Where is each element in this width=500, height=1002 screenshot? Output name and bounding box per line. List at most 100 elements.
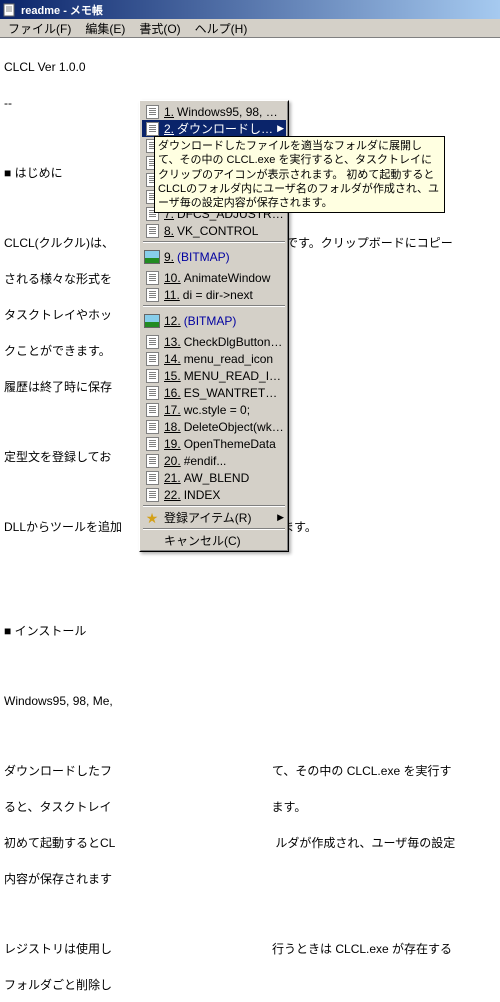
history-item[interactable]: 20.#endif... — [142, 452, 286, 469]
item-label: CheckDlgButton(hDlg, IDC_CHEC... — [184, 335, 284, 349]
menu-format[interactable]: 書式(O) — [133, 18, 186, 39]
text-icon — [144, 223, 160, 239]
text-line: 初めて起動するとCLルダが作成され、ユーザ毎の設定 — [4, 834, 496, 852]
text-icon — [144, 334, 160, 350]
history-item[interactable]: 12.(BITMAP) — [142, 309, 286, 333]
history-item[interactable]: 17.wc.style = 0; — [142, 401, 286, 418]
item-label: ES_WANTRETURN — [184, 386, 284, 400]
menu-edit[interactable]: 編集(E) — [79, 18, 131, 39]
blank-icon — [144, 533, 160, 549]
menubar: ファイル(F) 編集(E) 書式(O) ヘルプ(H) — [0, 19, 500, 38]
item-label: AnimateWindow — [184, 271, 284, 285]
item-number: 18. — [164, 420, 181, 434]
item-label: INDEX — [184, 488, 284, 502]
submenu-arrow-icon: ▶ — [277, 123, 284, 134]
text-line: ると、タスクトレイます。 — [4, 798, 496, 816]
tooltip: ダウンロードしたファイルを適当なフォルダに展開して、その中の CLCL.exe … — [154, 136, 445, 213]
text-icon — [144, 453, 160, 469]
text-line: 内容が保存されます — [4, 870, 496, 888]
text-icon — [144, 436, 160, 452]
item-number: 1. — [164, 105, 174, 119]
text-icon — [144, 351, 160, 367]
item-label: OpenThemeData — [184, 437, 284, 451]
item-label: wc.style = 0; — [184, 403, 284, 417]
item-label: AW_BLEND — [184, 471, 284, 485]
menu-help[interactable]: ヘルプ(H) — [189, 18, 254, 39]
item-number: 17. — [164, 403, 181, 417]
history-item[interactable]: 14.menu_read_icon — [142, 350, 286, 367]
item-number: 9. — [164, 250, 174, 264]
text-icon — [144, 270, 160, 286]
history-item[interactable]: 21.AW_BLEND — [142, 469, 286, 486]
history-item[interactable]: 11.di = dir->next — [142, 286, 286, 303]
item-label: DeleteObject(wk_hbmp); — [184, 420, 284, 434]
history-item[interactable]: 18.DeleteObject(wk_hbmp); — [142, 418, 286, 435]
text-icon — [144, 487, 160, 503]
text-line: ■ インストール — [4, 622, 496, 640]
item-label: VK_CONTROL — [177, 224, 284, 238]
item-label: (BITMAP) — [177, 250, 284, 264]
bitmap-icon — [144, 249, 160, 265]
menu-file[interactable]: ファイル(F) — [2, 18, 77, 39]
item-label: menu_read_icon — [184, 352, 284, 366]
text-icon — [144, 385, 160, 401]
window-title: readme - メモ帳 — [21, 2, 103, 18]
history-item[interactable]: 19.OpenThemeData — [142, 435, 286, 452]
item-number: 8. — [164, 224, 174, 238]
text-line: Windows95, 98, Me, — [4, 692, 496, 710]
item-number: 15. — [164, 369, 181, 383]
history-item[interactable]: 15.MENU_READ_ICON — [142, 367, 286, 384]
text-line — [4, 906, 496, 922]
history-item[interactable]: 1.Windows95, 98, Me, NT4.0, 2000, XP — [142, 103, 286, 120]
app-icon — [2, 2, 18, 18]
item-number: 12. — [164, 314, 181, 328]
history-item[interactable]: 22.INDEX — [142, 486, 286, 503]
text-line — [4, 728, 496, 744]
text-line — [4, 554, 496, 570]
menu-label: 登録アイテム(R) — [164, 509, 277, 526]
text-icon — [144, 104, 160, 120]
item-number: 11. — [164, 288, 180, 302]
text-line: レジストリは使用し行うときは CLCL.exe が存在する — [4, 940, 496, 958]
history-item[interactable]: 13.CheckDlgButton(hDlg, IDC_CHEC... — [142, 333, 286, 350]
item-number: 21. — [164, 471, 181, 485]
menu-separator — [143, 528, 285, 530]
item-label: di = dir->next — [183, 288, 284, 302]
text-icon — [144, 419, 160, 435]
item-number: 13. — [164, 335, 181, 349]
item-label: ダウンロードしたファイルを適当なフォル... — [177, 120, 277, 137]
text-icon — [144, 402, 160, 418]
text-line: ダウンロードしたフて、その中の CLCL.exe を実行す — [4, 762, 496, 780]
item-label: MENU_READ_ICON — [184, 369, 284, 383]
text-line: フォルダごと削除し — [4, 976, 496, 994]
item-label: (BITMAP) — [184, 314, 284, 328]
menu-label: キャンセル(C) — [164, 532, 284, 549]
text-line — [4, 658, 496, 674]
registered-items-menu[interactable]: ★登録アイテム(R)▶ — [142, 509, 286, 526]
text-icon — [144, 470, 160, 486]
bitmap-icon — [144, 313, 160, 329]
history-item[interactable]: 10.AnimateWindow — [142, 269, 286, 286]
text-line: CLCL Ver 1.0.0 — [4, 58, 496, 76]
history-item[interactable]: 16.ES_WANTRETURN — [142, 384, 286, 401]
item-label: Windows95, 98, Me, NT4.0, 2000, XP — [177, 105, 284, 119]
item-number: 10. — [164, 271, 181, 285]
history-item[interactable]: 8.VK_CONTROL — [142, 222, 286, 239]
titlebar: readme - メモ帳 — [0, 0, 500, 19]
text-line — [4, 588, 496, 604]
submenu-arrow-icon: ▶ — [277, 512, 284, 523]
item-label: #endif... — [184, 454, 284, 468]
menu-separator — [143, 505, 285, 507]
star-icon: ★ — [144, 510, 160, 526]
menu-separator — [143, 241, 285, 243]
text-icon — [144, 287, 160, 303]
history-item[interactable]: 9.(BITMAP) — [142, 245, 286, 269]
history-item[interactable]: 2.ダウンロードしたファイルを適当なフォル...▶ — [142, 120, 286, 137]
item-number: 19. — [164, 437, 181, 451]
menu-separator — [143, 305, 285, 307]
cancel-menu[interactable]: キャンセル(C) — [142, 532, 286, 549]
text-icon — [144, 368, 160, 384]
item-number: 20. — [164, 454, 181, 468]
item-number: 22. — [164, 488, 181, 502]
text-icon — [144, 121, 160, 137]
